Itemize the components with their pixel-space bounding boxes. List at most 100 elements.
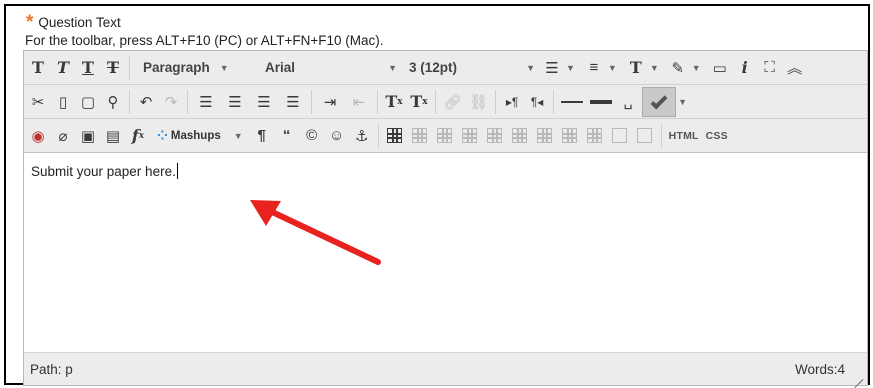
insert-row-after-icon[interactable] — [484, 123, 506, 149]
fullscreen-icon[interactable]: ⛶ — [759, 55, 781, 81]
anchor-icon[interactable]: ⚓︎ — [351, 123, 373, 149]
question-text-header: * Question Text — [26, 11, 121, 33]
redo-icon[interactable]: ↷ — [160, 89, 182, 115]
insert-row-before-icon[interactable] — [459, 123, 481, 149]
horizontal-line-icon[interactable] — [559, 89, 585, 115]
toolbar-separator — [435, 89, 436, 114]
link-icon[interactable]: 🔗︎ — [441, 89, 464, 115]
italic-button[interactable]: T — [52, 55, 74, 81]
copy-icon[interactable]: ▯ — [52, 89, 74, 115]
numbered-list-icon[interactable]: ≡ — [583, 55, 605, 81]
find-icon[interactable]: ⚲ — [102, 89, 124, 115]
toolbar-row-2: ✂ ▯ ▢ ⚲ ↶ ↷ ☰ ☰ ☰ ☰ ⇥ ⇤ Tx Tx 🔗︎ ⛓︎ ▸¶ ¶… — [24, 85, 867, 119]
subscript-x: x — [422, 96, 428, 107]
mashups-icon: ⁘ — [157, 127, 168, 143]
font-family-value: Arial — [265, 60, 296, 75]
table-cell-props-icon[interactable] — [434, 123, 456, 149]
copyright-icon[interactable]: © — [301, 123, 323, 149]
underline-button[interactable]: T — [77, 55, 99, 81]
delete-row-icon[interactable] — [509, 123, 531, 149]
text-cursor — [176, 163, 178, 179]
word-count: Words:4 — [795, 362, 845, 377]
split-cells-icon[interactable] — [609, 123, 631, 149]
merge-cells-icon[interactable] — [634, 123, 656, 149]
thick-line-icon[interactable] — [588, 89, 614, 115]
chevron-down-icon: ▼ — [388, 62, 397, 73]
superscript-button[interactable]: Tx — [383, 89, 405, 115]
formula-editor-button[interactable]: fx — [127, 123, 149, 149]
nonbreaking-space-icon[interactable]: ␣ — [617, 89, 639, 115]
bullet-list-dropdown-icon[interactable]: ▼ — [564, 55, 577, 81]
resize-handle-icon[interactable] — [853, 370, 863, 380]
undo-icon[interactable]: ↶ — [135, 89, 157, 115]
question-text-label: Question Text — [38, 14, 121, 30]
font-size-select[interactable]: 3 (12pt) ▼ — [403, 55, 535, 81]
html-source-button[interactable]: HTML — [667, 123, 701, 149]
toolbar-separator — [495, 89, 497, 114]
collapse-toolbar-icon[interactable]: ︽ — [784, 55, 806, 81]
mashups-button[interactable]: ⁘ Mashups — [152, 124, 226, 148]
required-asterisk-icon: * — [26, 11, 34, 33]
text-color-dropdown-icon[interactable]: ▼ — [648, 55, 661, 81]
highlight-color-icon[interactable]: ✎ — [667, 55, 689, 81]
outdent-icon[interactable]: ⇤ — [346, 89, 372, 115]
toolbar-separator — [129, 89, 130, 114]
path-value[interactable]: p — [65, 362, 73, 377]
strikethrough-button[interactable]: T — [102, 55, 124, 81]
preview-icon[interactable]: ▭ — [709, 55, 731, 81]
mashups-dropdown-icon[interactable]: ▼ — [232, 123, 245, 149]
numbered-list-dropdown-icon[interactable]: ▼ — [606, 55, 619, 81]
superscript-t: T — [385, 92, 398, 111]
highlight-dropdown-icon[interactable]: ▼ — [690, 55, 703, 81]
editor-content-area[interactable]: Submit your paper here. — [24, 153, 867, 349]
indent-icon[interactable]: ⇥ — [317, 89, 343, 115]
subscript-button[interactable]: Tx — [408, 89, 430, 115]
paragraph-mark-icon[interactable]: ¶ — [251, 123, 273, 149]
chevron-down-icon: ▼ — [526, 62, 535, 73]
spellcheck-dropdown-icon[interactable]: ▼ — [676, 89, 689, 115]
cut-icon[interactable]: ✂ — [27, 89, 49, 115]
emoticon-icon[interactable]: ☺ — [326, 123, 348, 149]
insert-media-icon[interactable]: ▤ — [102, 123, 124, 149]
align-center-icon[interactable]: ☰ — [222, 89, 248, 115]
words-value: 4 — [837, 361, 845, 377]
blockquote-icon[interactable]: “ — [276, 123, 298, 149]
attach-file-icon[interactable]: ⌀ — [52, 123, 74, 149]
toolbar-row-3: ◉ ⌀ ▣ ▤ fx ⁘ Mashups ▼ ¶ “ © ☺ ⚓︎ HTML C… — [24, 119, 867, 153]
rtl-direction-icon[interactable]: ¶◂ — [526, 89, 548, 115]
ltr-direction-icon[interactable]: ▸¶ — [501, 89, 523, 115]
bold-button[interactable]: T — [27, 55, 49, 81]
editor-statusbar: Path: p Words:4 — [24, 352, 867, 385]
info-icon[interactable]: i — [734, 55, 756, 81]
insert-image-icon[interactable]: ▣ — [77, 123, 99, 149]
unlink-icon[interactable]: ⛓︎ — [467, 89, 490, 115]
paste-icon[interactable]: ▢ — [77, 89, 99, 115]
insert-table-icon[interactable] — [384, 123, 406, 149]
superscript-x: x — [397, 96, 403, 107]
formula-f: f — [131, 126, 139, 145]
align-right-icon[interactable]: ☰ — [251, 89, 277, 115]
delete-col-icon[interactable] — [584, 123, 606, 149]
chevron-down-icon: ▼ — [219, 62, 229, 73]
record-icon[interactable]: ◉ — [27, 123, 49, 149]
insert-col-before-icon[interactable] — [534, 123, 556, 149]
paragraph-format-value: Paragraph — [143, 60, 210, 75]
spellcheck-button[interactable] — [642, 86, 677, 117]
toolbar-shortcut-hint: For the toolbar, press ALT+F10 (PC) or A… — [25, 33, 384, 48]
path-indicator: Path: p — [30, 362, 73, 377]
path-label: Path: — [30, 361, 62, 377]
font-size-value: 3 (12pt) — [409, 60, 458, 75]
mashups-label: Mashups — [170, 129, 221, 142]
bullet-list-icon[interactable]: ☰ — [541, 55, 563, 81]
table-row-props-icon[interactable] — [409, 123, 431, 149]
insert-col-after-icon[interactable] — [559, 123, 581, 149]
paragraph-format-select[interactable]: Paragraph ▼ — [135, 55, 253, 81]
css-button[interactable]: CSS — [704, 123, 730, 149]
subscript-t: T — [410, 92, 423, 111]
text-color-icon[interactable]: T — [625, 55, 647, 81]
toolbar-row-1: T T T T Paragraph ▼ Arial ▼ 3 (12pt) ▼ ☰… — [24, 51, 867, 85]
words-label: Words: — [794, 361, 838, 377]
align-justify-icon[interactable]: ☰ — [280, 89, 306, 115]
font-family-select[interactable]: Arial ▼ — [259, 55, 397, 81]
align-left-icon[interactable]: ☰ — [193, 89, 219, 115]
